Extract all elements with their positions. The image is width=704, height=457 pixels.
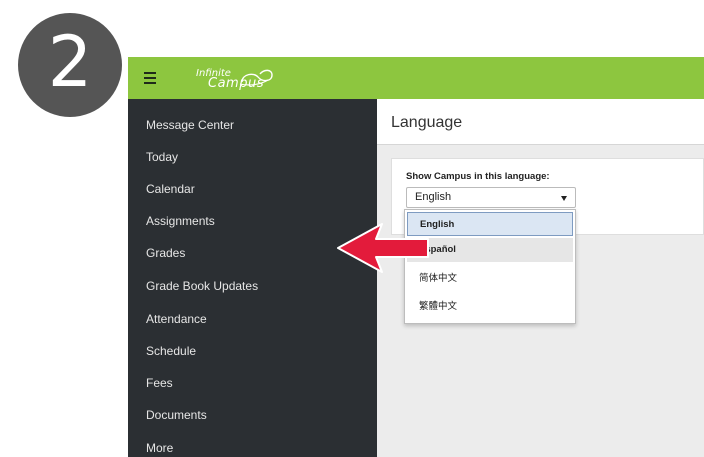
page-title: Language bbox=[391, 114, 463, 131]
sidebar-item-today[interactable]: Today bbox=[146, 147, 366, 167]
language-field-label: Show Campus in this language: bbox=[406, 171, 550, 182]
infinity-swoosh-icon bbox=[239, 69, 273, 86]
sidebar-item-label: Today bbox=[146, 150, 179, 164]
language-option-traditional-chinese[interactable]: 繁體中文 bbox=[407, 295, 573, 319]
sidebar-item-fees[interactable]: Fees bbox=[146, 373, 366, 393]
sidebar-item-label: Grades bbox=[146, 246, 186, 260]
sidebar-item-schedule[interactable]: Schedule bbox=[146, 341, 366, 361]
infinite-campus-logo[interactable]: Infinite Campus bbox=[194, 66, 294, 92]
sidebar-item-message-center[interactable]: Message Center bbox=[146, 115, 366, 135]
caret-down-icon bbox=[561, 196, 567, 201]
top-bar: Infinite Campus bbox=[128, 57, 704, 99]
sidebar-item-label: Fees bbox=[146, 376, 173, 390]
sidebar-item-label: Calendar bbox=[146, 182, 195, 196]
red-arrow-icon bbox=[337, 223, 429, 273]
hamburger-icon bbox=[144, 72, 156, 84]
menu-button[interactable] bbox=[137, 65, 163, 91]
option-label: 繁體中文 bbox=[419, 301, 458, 312]
sidebar: Message Center Today Calendar Assignment… bbox=[128, 99, 377, 457]
language-select[interactable]: English bbox=[406, 187, 576, 208]
sidebar-item-documents[interactable]: Documents bbox=[146, 405, 366, 425]
step-badge: 2 bbox=[18, 13, 122, 117]
language-option-simplified-chinese[interactable]: 简体中文 bbox=[407, 267, 573, 291]
sidebar-item-label: Grade Book Updates bbox=[146, 279, 259, 293]
sidebar-item-grades[interactable]: Grades bbox=[146, 243, 366, 263]
step-number: 2 bbox=[47, 21, 93, 103]
sidebar-item-assignments[interactable]: Assignments bbox=[146, 211, 366, 231]
sidebar-item-label: Schedule bbox=[146, 344, 197, 358]
language-option-english[interactable]: English bbox=[407, 212, 573, 236]
sidebar-item-attendance[interactable]: Attendance bbox=[146, 309, 366, 329]
sidebar-item-label: Message Center bbox=[146, 118, 235, 132]
sidebar-item-grade-book-updates[interactable]: Grade Book Updates bbox=[146, 276, 366, 296]
content-header: Language bbox=[377, 99, 704, 145]
language-select-value: English bbox=[415, 191, 452, 203]
sidebar-item-label: More bbox=[146, 441, 174, 455]
sidebar-item-label: Assignments bbox=[146, 214, 215, 228]
sidebar-item-label: Documents bbox=[146, 408, 207, 422]
sidebar-item-calendar[interactable]: Calendar bbox=[146, 179, 366, 199]
language-option-espanol[interactable]: Español bbox=[407, 238, 573, 262]
sidebar-item-more[interactable]: More bbox=[146, 438, 366, 457]
sidebar-item-label: Attendance bbox=[146, 312, 207, 326]
